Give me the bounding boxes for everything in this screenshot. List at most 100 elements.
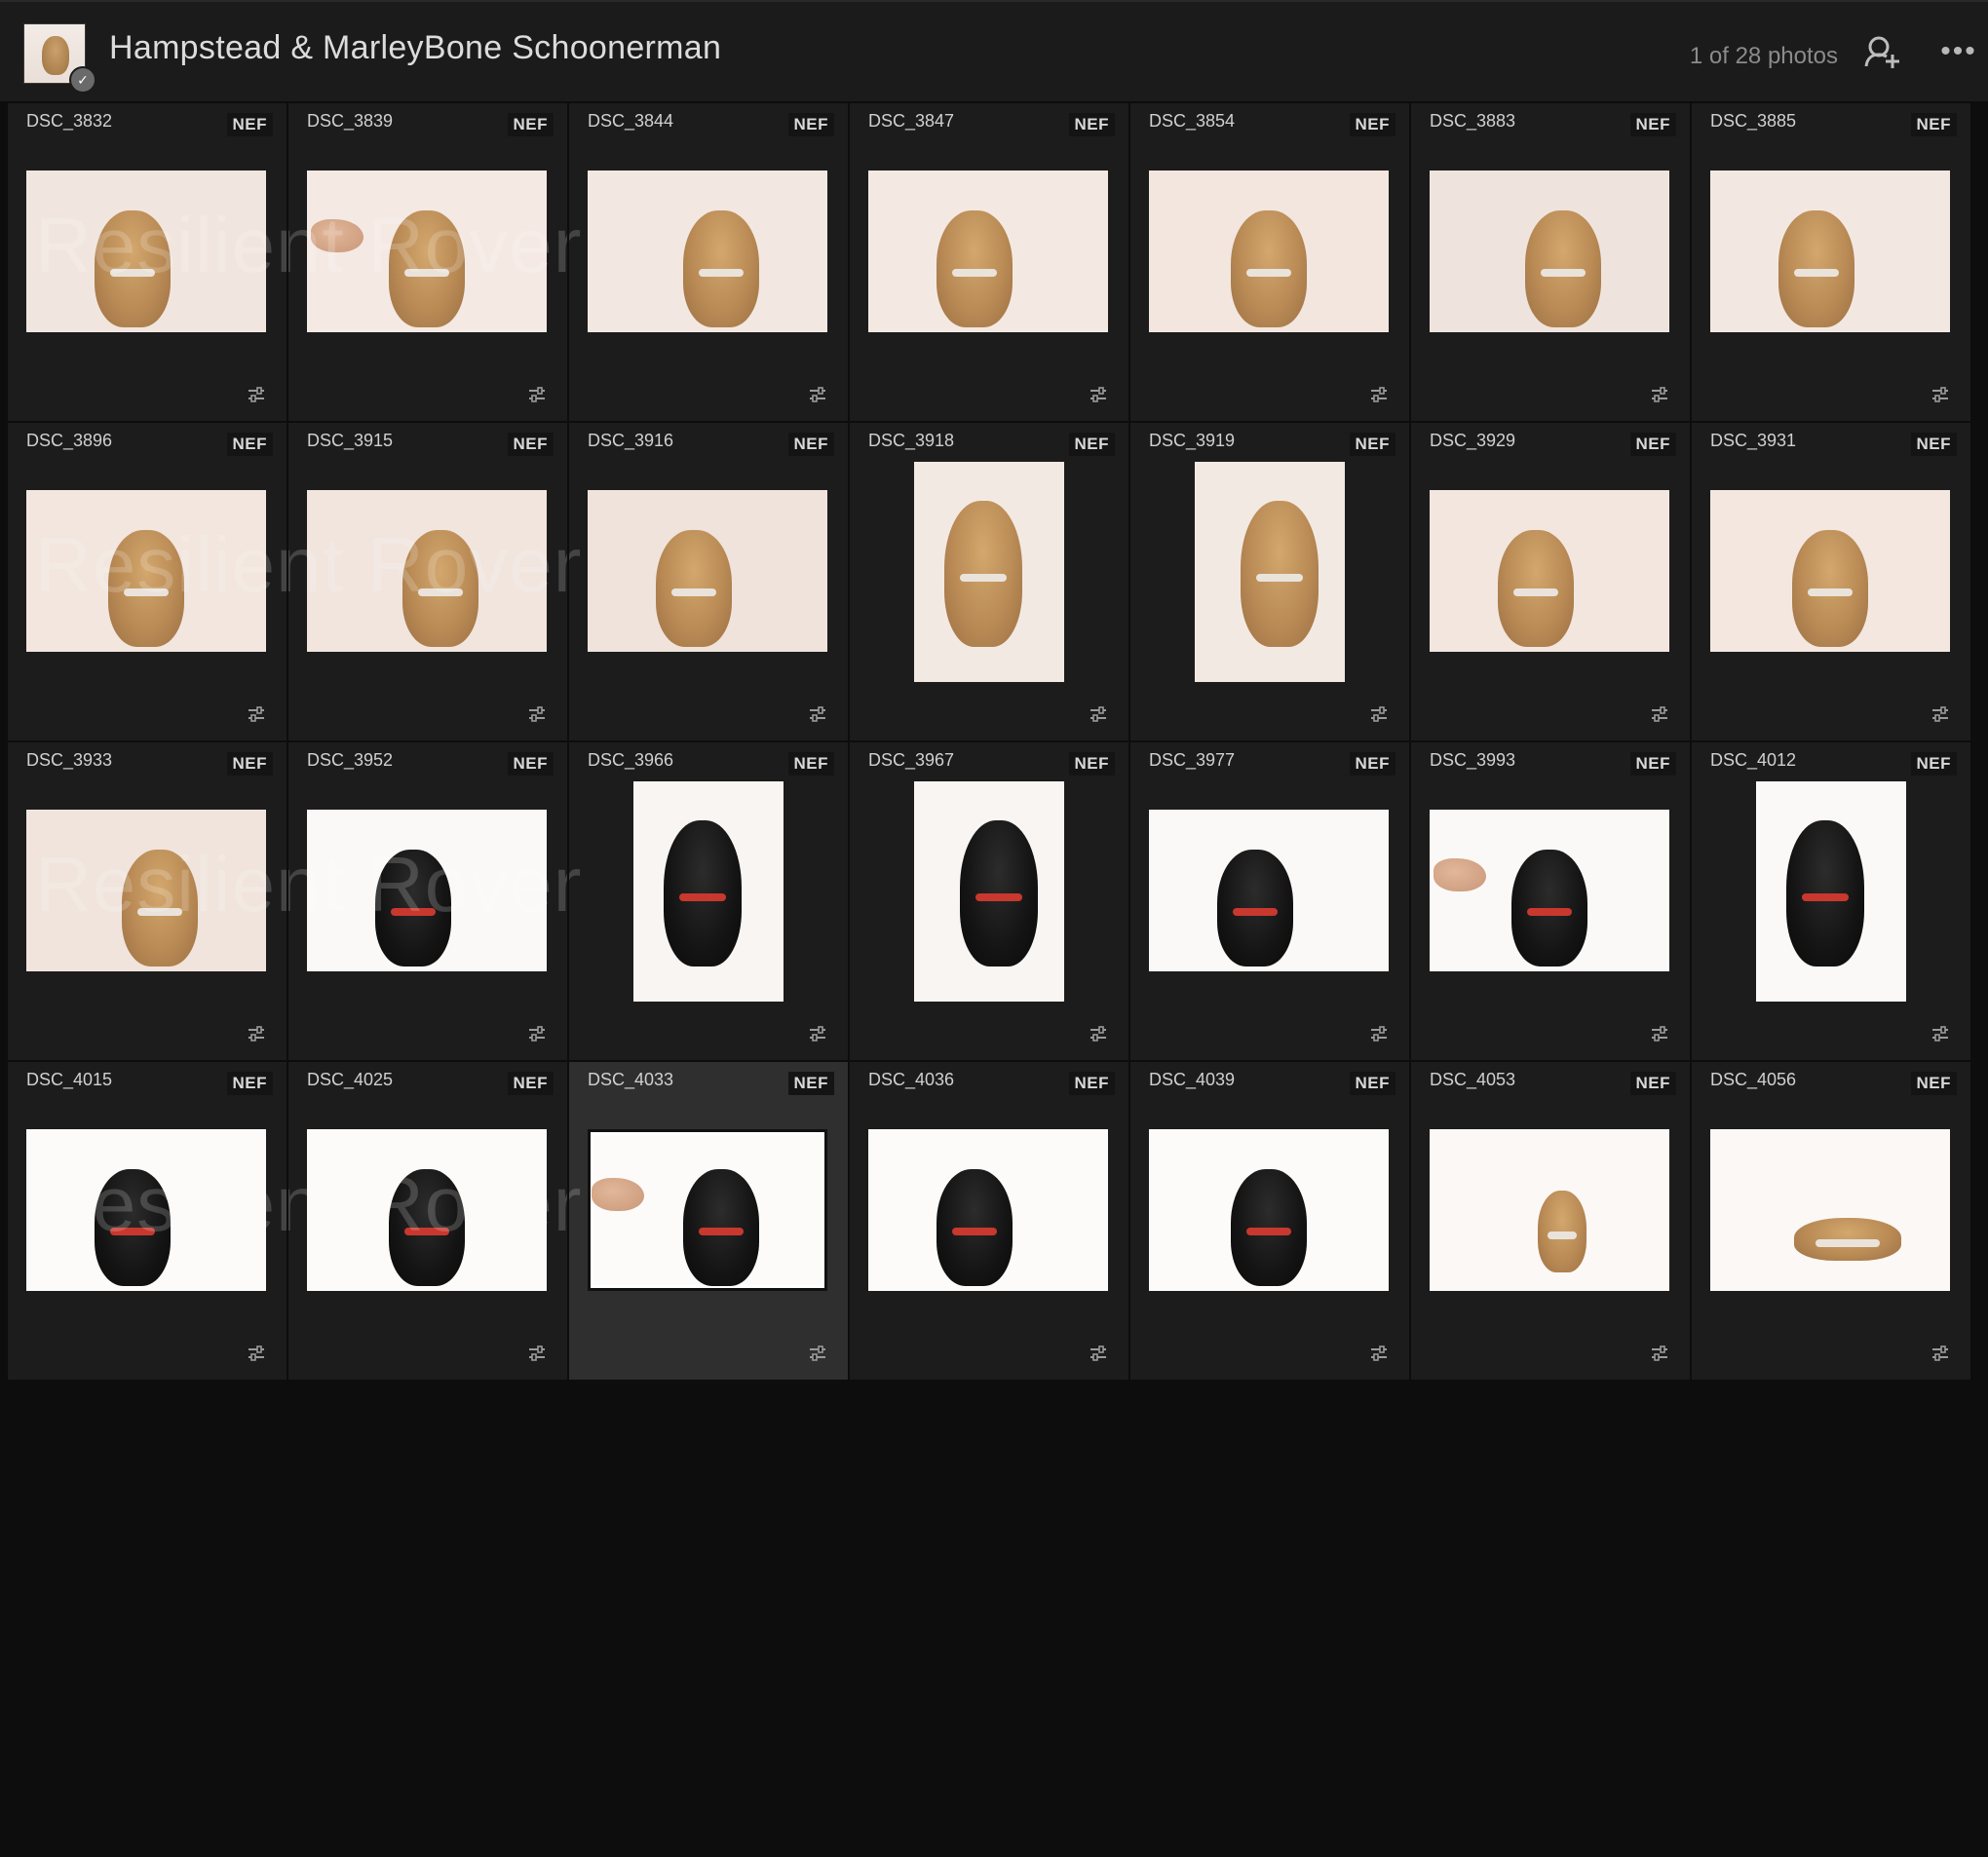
photo-thumbnail[interactable] [868,171,1108,332]
edit-adjustments-icon[interactable] [1370,386,1388,403]
more-options-icon[interactable]: ••• [1939,37,1978,66]
photo-filename: DSC_3966 [588,750,674,770]
photo-cell[interactable]: DSC_4025NEFResilient Rover [288,1062,567,1380]
photo-cell[interactable]: DSC_4056NEFResilient Rover [1692,1062,1970,1380]
photo-thumbnail[interactable] [1430,171,1669,332]
photo-thumbnail[interactable] [633,781,784,1002]
photo-cell[interactable]: DSC_3832NEFResilient Rover [8,103,287,421]
photo-cell[interactable]: DSC_3952NEFResilient Rover [288,742,567,1060]
photo-cell[interactable]: DSC_4015NEFResilient Rover [8,1062,287,1380]
edit-adjustments-icon[interactable] [248,1025,265,1042]
album-cover-thumbnail[interactable]: ✓ [23,23,96,94]
photo-filename: DSC_4036 [868,1070,955,1089]
edit-adjustments-icon[interactable] [809,386,826,403]
photo-filename: DSC_3896 [26,431,113,450]
edit-adjustments-icon[interactable] [809,705,826,723]
photo-thumbnail[interactable] [26,171,266,332]
photo-filename: DSC_3929 [1430,431,1516,450]
edit-adjustments-icon[interactable] [248,1345,265,1362]
photo-thumbnail[interactable] [1710,1129,1950,1291]
photo-thumbnail[interactable] [588,1129,827,1291]
photo-thumbnail[interactable] [1710,490,1950,652]
file-type-badge: NEF [787,1072,834,1095]
edit-adjustments-icon[interactable] [528,386,546,403]
photo-filename: DSC_4056 [1710,1070,1797,1089]
edit-adjustments-icon[interactable] [1090,1345,1107,1362]
photo-thumbnail[interactable] [588,490,827,652]
file-type-badge: NEF [1910,752,1957,776]
photo-thumbnail[interactable] [1430,490,1669,652]
photo-cell[interactable]: DSC_4039NEFResilient Rover [1130,1062,1409,1380]
edit-adjustments-icon[interactable] [809,1345,826,1362]
photo-thumbnail[interactable] [868,1129,1108,1291]
photo-cell[interactable]: DSC_3844 NEF Resilient Rover [569,103,848,421]
edit-adjustments-icon[interactable] [1931,1345,1949,1362]
photo-filename: DSC_3854 [1149,111,1236,131]
edit-adjustments-icon[interactable] [1090,705,1107,723]
photo-thumbnail[interactable] [1149,1129,1389,1291]
edit-adjustments-icon[interactable] [1931,386,1949,403]
edit-adjustments-icon[interactable] [1651,1025,1668,1042]
dog-collar [1256,574,1303,582]
edit-adjustments-icon[interactable] [1651,705,1668,723]
edit-adjustments-icon[interactable] [1931,1025,1949,1042]
edit-adjustments-icon[interactable] [1931,705,1949,723]
edit-adjustments-icon[interactable] [248,386,265,403]
photo-thumbnail[interactable] [588,171,827,332]
photo-cell[interactable]: DSC_3847NEFResilient Rover [850,103,1128,421]
photo-cell[interactable]: DSC_3919NEFResilient Rover [1130,423,1409,740]
photo-thumbnail[interactable] [914,781,1064,1002]
photo-cell[interactable]: DSC_3885NEFResilient Rover [1692,103,1970,421]
edit-adjustments-icon[interactable] [1651,386,1668,403]
photo-cell[interactable]: DSC_4033 NEF Resilient Rover [569,1062,848,1380]
photo-thumbnail[interactable] [26,810,266,971]
photo-cell[interactable]: DSC_4012NEFResilient Rover [1692,742,1970,1060]
photo-cell[interactable]: DSC_3883NEFResilient Rover [1411,103,1690,421]
photo-cell[interactable]: DSC_3918NEFResilient Rover [850,423,1128,740]
photo-cell[interactable]: DSC_3966 NEF Resilient Rover [569,742,848,1060]
edit-adjustments-icon[interactable] [248,705,265,723]
add-people-icon[interactable] [1863,33,1902,72]
photo-cell[interactable]: DSC_3915NEFResilient Rover [288,423,567,740]
edit-adjustments-icon[interactable] [528,1025,546,1042]
photo-cell[interactable]: DSC_3929NEFResilient Rover [1411,423,1690,740]
photo-thumbnail[interactable] [1149,810,1389,971]
photo-thumbnail[interactable] [307,810,547,971]
photo-thumbnail[interactable] [1710,171,1950,332]
photo-cell[interactable]: DSC_3933NEFResilient Rover [8,742,287,1060]
photo-thumbnail[interactable] [26,490,266,652]
photo-cell[interactable]: DSC_4053NEFResilient Rover [1411,1062,1690,1380]
photo-thumbnail[interactable] [307,490,547,652]
photo-cell[interactable]: DSC_3993NEFResilient Rover [1411,742,1690,1060]
photo-thumbnail[interactable] [26,1129,266,1291]
dog-collar [123,588,170,596]
photo-thumbnail[interactable] [1195,462,1345,682]
edit-adjustments-icon[interactable] [809,1025,826,1042]
edit-adjustments-icon[interactable] [1370,1345,1388,1362]
photo-thumbnail[interactable] [1430,810,1669,971]
photo-cell[interactable]: DSC_3916 NEF Resilient Rover [569,423,848,740]
dog-collar [403,1228,450,1235]
photo-thumbnail[interactable] [307,171,547,332]
photo-cell[interactable]: DSC_3839NEFResilient Rover [288,103,567,421]
photo-thumbnail[interactable] [1149,171,1389,332]
photo-cell[interactable]: DSC_3977NEFResilient Rover [1130,742,1409,1060]
edit-adjustments-icon[interactable] [528,705,546,723]
photo-filename: DSC_3885 [1710,111,1797,131]
edit-adjustments-icon[interactable] [1370,1025,1388,1042]
edit-adjustments-icon[interactable] [1090,386,1107,403]
photo-cell[interactable]: DSC_3931NEFResilient Rover [1692,423,1970,740]
edit-adjustments-icon[interactable] [528,1345,546,1362]
file-type-badge: NEF [226,752,273,776]
photo-cell[interactable]: DSC_4036NEFResilient Rover [850,1062,1128,1380]
photo-cell[interactable]: DSC_3854NEFResilient Rover [1130,103,1409,421]
photo-cell[interactable]: DSC_3896NEFResilient Rover [8,423,287,740]
photo-cell[interactable]: DSC_3967NEFResilient Rover [850,742,1128,1060]
photo-thumbnail[interactable] [914,462,1064,682]
photo-thumbnail[interactable] [1756,781,1906,1002]
edit-adjustments-icon[interactable] [1370,705,1388,723]
photo-thumbnail[interactable] [1430,1129,1669,1291]
edit-adjustments-icon[interactable] [1090,1025,1107,1042]
photo-thumbnail[interactable] [307,1129,547,1291]
edit-adjustments-icon[interactable] [1651,1345,1668,1362]
